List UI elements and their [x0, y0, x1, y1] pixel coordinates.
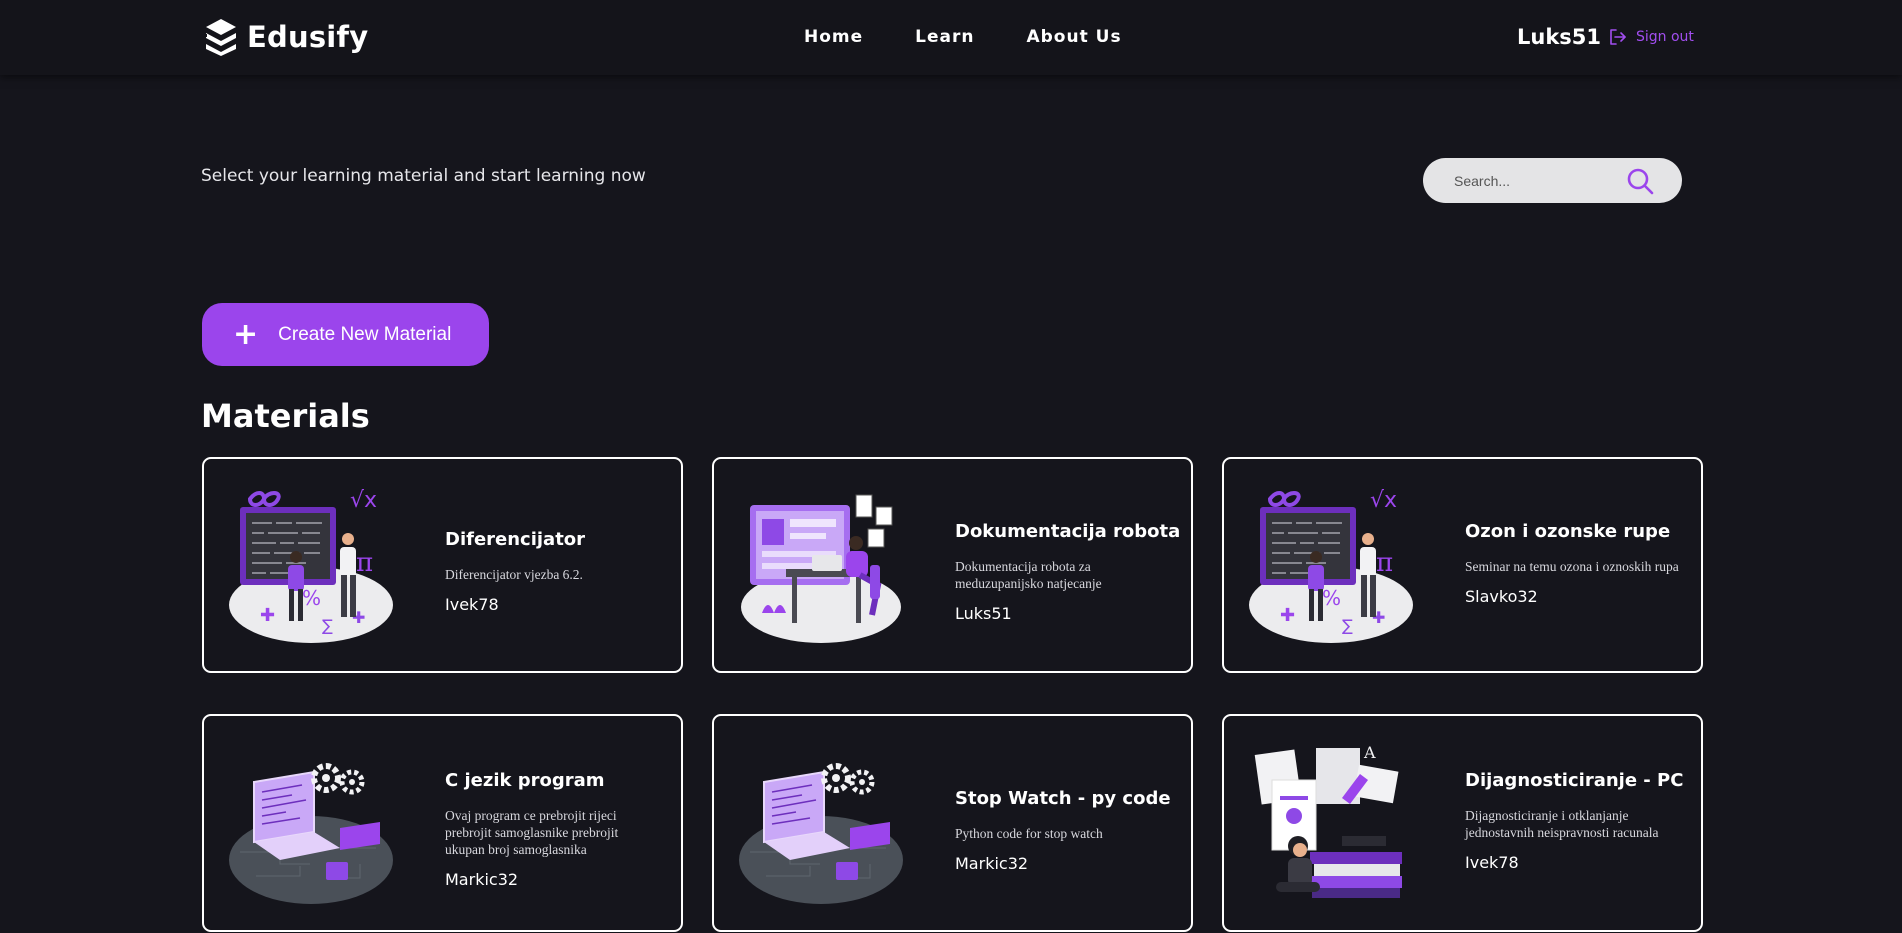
main-nav: Home Learn About Us	[804, 27, 1174, 47]
material-description: Dokumentacija robota za meduzupanijsko n…	[955, 559, 1102, 591]
material-title: Dokumentacija robota	[955, 521, 1181, 542]
material-description: Seminar na temu ozona i oznoskih rupa	[1465, 559, 1679, 574]
material-title: Stop Watch - py code	[955, 788, 1171, 809]
search-icon[interactable]	[1626, 167, 1654, 195]
material-author: Luks51	[955, 604, 1012, 623]
username-label[interactable]: Luks51	[1517, 25, 1601, 49]
nav-link-home[interactable]: Home	[804, 27, 863, 47]
material-author: Slavko32	[1465, 587, 1538, 606]
teacher-math-board-illustration	[226, 485, 396, 645]
material-description: Python code for stop watch	[955, 826, 1103, 841]
material-card[interactable]: Dokumentacija robota Dokumentacija robot…	[712, 457, 1193, 673]
material-title: C jezik program	[445, 770, 605, 791]
material-title: Diferencijator	[445, 529, 586, 550]
materials-heading: Materials	[201, 397, 370, 435]
material-card-info: Diferencijator Diferencijator vjezba 6.2…	[445, 529, 660, 614]
laptop-gears-illustration	[736, 752, 906, 912]
material-author: Ivek78	[1465, 853, 1519, 872]
brand-logo[interactable]: Edusify	[204, 18, 368, 56]
material-card-info: Dokumentacija robota Dokumentacija robot…	[955, 521, 1181, 623]
material-description: Ovaj program ce prebrojit rijeci prebroj…	[445, 808, 619, 857]
top-navbar: Edusify Home Learn About Us Luks51 Sign …	[0, 0, 1902, 75]
material-card[interactable]: Stop Watch - py code Python code for sto…	[712, 714, 1193, 932]
material-card-info: Stop Watch - py code Python code for sto…	[955, 788, 1171, 873]
material-author: Markic32	[955, 854, 1029, 873]
laptop-gears-illustration	[226, 752, 396, 912]
plus-icon: +	[233, 316, 259, 352]
material-card[interactable]: Ozon i ozonske rupe Seminar na temu ozon…	[1222, 457, 1703, 673]
create-material-label: Create New Material	[278, 323, 452, 345]
logo-stack-icon	[204, 19, 236, 56]
page-tagline: Select your learning material and start …	[201, 166, 646, 186]
material-card-info: C jezik program Ovaj program ce prebroji…	[445, 770, 660, 889]
desk-computer-illustration	[736, 485, 906, 645]
material-author: Markic32	[445, 870, 519, 889]
material-author: Ivek78	[445, 595, 499, 614]
material-card[interactable]: C jezik program Ovaj program ce prebroji…	[202, 714, 683, 932]
material-title: Ozon i ozonske rupe	[1465, 521, 1671, 542]
material-card[interactable]: Dijagnosticiranje - PC Dijagnosticiranje…	[1222, 714, 1703, 932]
material-description: Diferencijator vjezba 6.2.	[445, 567, 583, 582]
logout-icon	[1610, 29, 1626, 45]
material-card-info: Ozon i ozonske rupe Seminar na temu ozon…	[1465, 521, 1680, 606]
create-material-button[interactable]: + Create New Material	[202, 303, 489, 366]
brand-name: Edusify	[247, 20, 369, 54]
nav-link-learn[interactable]: Learn	[915, 27, 974, 47]
material-title: Dijagnosticiranje - PC	[1465, 770, 1684, 791]
teacher-math-board-illustration	[1246, 485, 1416, 645]
material-card-info: Dijagnosticiranje - PC Dijagnosticiranje…	[1465, 770, 1684, 872]
search-bar	[1423, 158, 1682, 203]
books-reader-illustration	[1246, 740, 1416, 910]
signout-button[interactable]: Sign out	[1608, 27, 1694, 47]
search-input[interactable]	[1454, 172, 1624, 189]
nav-link-about-us[interactable]: About Us	[1026, 27, 1121, 47]
material-card[interactable]: Diferencijator Diferencijator vjezba 6.2…	[202, 457, 683, 673]
signout-label: Sign out	[1636, 29, 1694, 45]
material-description: Dijagnosticiranje i otklanjanje jednosta…	[1465, 808, 1659, 840]
